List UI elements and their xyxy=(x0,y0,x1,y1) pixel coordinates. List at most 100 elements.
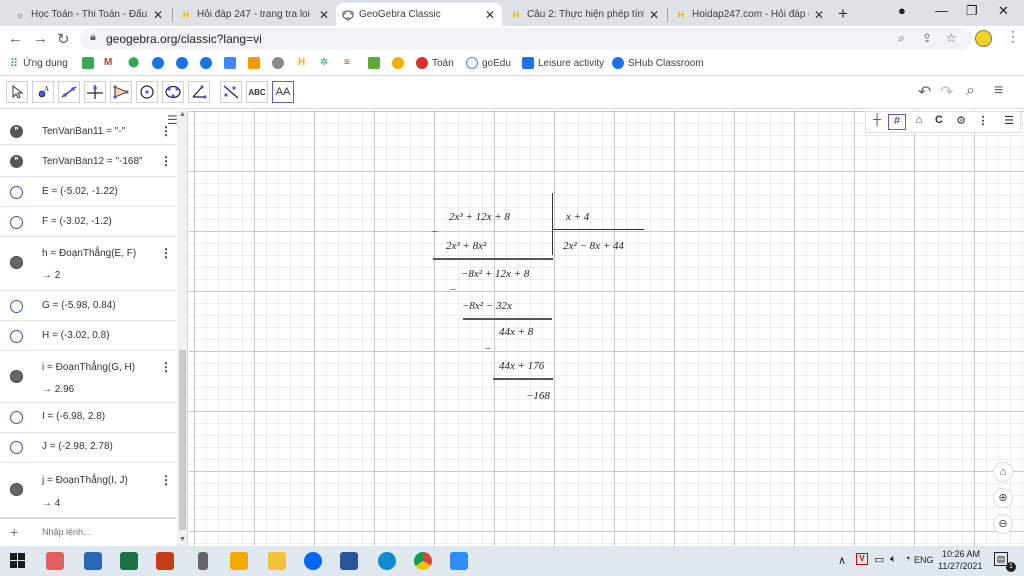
bookmark-icon-10[interactable] xyxy=(368,57,384,69)
edge-icon[interactable] xyxy=(378,552,396,570)
file-explorer-icon[interactable] xyxy=(268,552,286,570)
undo-icon[interactable]: ↶ xyxy=(918,82,931,102)
reload-icon[interactable]: ↻ xyxy=(57,30,70,48)
divisor-text[interactable]: x + 4 xyxy=(566,211,589,223)
visibility-toggle[interactable] xyxy=(10,441,23,454)
subtrahend-1[interactable]: 2x³ + 8x² xyxy=(446,240,486,252)
algebra-row[interactable]: h = ĐoạnThẳng(E, F) → 2 ⋮ xyxy=(0,237,176,291)
app-icon-1[interactable] xyxy=(46,552,64,570)
remainder-2[interactable]: 44x + 8 xyxy=(499,326,533,338)
zoom-out-button[interactable]: ⊖ xyxy=(993,514,1013,534)
scroll-down-icon[interactable]: ▼ xyxy=(179,536,186,543)
tab-search-icon[interactable]: ● xyxy=(898,3,906,18)
dividend-text[interactable]: 2x³ + 12x + 8 xyxy=(449,211,510,223)
battery-icon[interactable]: ▭ xyxy=(874,553,884,566)
share-icon[interactable]: ⇪ xyxy=(922,31,932,45)
algebra-view-toggle-icon[interactable]: ☰ xyxy=(167,113,178,127)
home-icon[interactable]: ⌂ xyxy=(910,114,928,130)
more-options-icon[interactable]: ⋮ xyxy=(160,154,172,168)
algebra-row[interactable]: ❞ TenVanBan11 = "-" ⋮ xyxy=(0,110,176,145)
phone-app-icon[interactable] xyxy=(198,552,208,570)
algebra-row[interactable]: J = (-2.98, 2.78) xyxy=(0,433,176,463)
address-bar[interactable]: 🔒︎ geogebra.org/classic?lang=vi ⌕ ⇪ ☆ xyxy=(80,28,972,50)
more-options-icon[interactable]: ⋮ xyxy=(974,114,992,130)
circle-tool[interactable] xyxy=(136,81,158,103)
point-capture-icon[interactable]: C xyxy=(930,114,948,130)
conic-tool[interactable] xyxy=(162,81,184,103)
divisor-underline[interactable] xyxy=(552,229,644,230)
bookmark-icon-8[interactable]: ✲ xyxy=(320,57,328,68)
visibility-toggle[interactable] xyxy=(10,186,23,199)
forward-icon[interactable]: → xyxy=(33,30,48,47)
add-icon[interactable]: + xyxy=(10,524,18,540)
bookmark-icon-4[interactable] xyxy=(200,57,216,69)
close-icon[interactable]: ✕ xyxy=(152,8,164,22)
redo-icon[interactable]: ↷ xyxy=(940,82,953,102)
line-tool[interactable] xyxy=(58,81,80,103)
tab-geogebra[interactable]: GeoGebra Classic ✕ xyxy=(336,3,502,26)
bookmark-icon-11[interactable] xyxy=(392,57,408,69)
more-options-icon[interactable]: ⋮ xyxy=(160,360,172,374)
pointer-tool[interactable] xyxy=(6,81,28,103)
bookmark-leisure[interactable]: Leisure activity xyxy=(522,57,604,69)
visibility-toggle[interactable] xyxy=(10,330,23,343)
zalo-icon[interactable] xyxy=(304,552,322,570)
segment-j[interactable] xyxy=(493,378,553,380)
bookmark-star-icon[interactable]: ☆ xyxy=(946,31,957,45)
h-logo-icon[interactable]: H xyxy=(298,57,305,68)
close-icon[interactable]: ✕ xyxy=(484,8,496,22)
scrollbar-thumb[interactable] xyxy=(179,350,186,530)
scroll-up-icon[interactable]: ▲ xyxy=(179,111,186,118)
edu-app-icon[interactable] xyxy=(84,552,102,570)
tab-hoc-toan[interactable]: ☼ Học Toán - Thi Toán - Đấu trư ✕ xyxy=(8,3,170,26)
algebra-row[interactable]: I = (-6.98, 2.8) xyxy=(0,403,176,433)
minimize-icon[interactable]: — xyxy=(935,3,948,18)
algebra-scrollbar[interactable]: ▲ ▼ xyxy=(177,110,187,546)
vietkey-icon[interactable]: V xyxy=(856,553,868,565)
visibility-toggle[interactable] xyxy=(10,411,23,424)
text-tool[interactable]: ABC xyxy=(246,81,268,103)
minus-sign-2[interactable]: − xyxy=(449,284,456,296)
text-object-icon[interactable]: ❞ xyxy=(10,155,23,168)
bookmark-icon-5[interactable] xyxy=(224,57,240,69)
wifi-icon[interactable]: ◔ xyxy=(904,553,911,565)
app-icon-2[interactable] xyxy=(230,552,248,570)
zoom-in-button[interactable]: ⊕ xyxy=(993,488,1013,508)
chevron-up-icon[interactable]: ∧ xyxy=(838,554,846,567)
bookmark-apps[interactable]: ⠿ Ứng dụng xyxy=(10,57,68,70)
bookmark-icon-3[interactable] xyxy=(176,57,192,69)
polygon-tool[interactable] xyxy=(110,81,132,103)
quotient-text[interactable]: 2x² − 8x + 44 xyxy=(563,240,624,252)
clock-time[interactable]: 10:26 AM xyxy=(942,549,980,559)
visibility-toggle[interactable] xyxy=(10,483,23,496)
close-window-icon[interactable]: ✕ xyxy=(998,3,1009,19)
clock-date[interactable]: 11/27/2021 xyxy=(938,561,982,571)
bookmark-icon-1[interactable] xyxy=(82,57,98,69)
font-size-tool[interactable]: AA xyxy=(272,81,294,103)
axes-toggle-icon[interactable]: ┼ xyxy=(868,114,886,130)
final-remainder[interactable]: −168 xyxy=(526,390,550,402)
algebra-row[interactable]: ❞ TenVanBan12 = "-168" ⋮ xyxy=(0,145,176,177)
new-tab-button[interactable]: + xyxy=(838,4,848,24)
more-options-icon[interactable]: ⋮ xyxy=(160,246,172,260)
visibility-toggle[interactable] xyxy=(10,300,23,313)
bookmark-goedu[interactable]: goEdu xyxy=(466,57,511,69)
powerpoint-icon[interactable] xyxy=(156,552,174,570)
minus-sign-3[interactable]: − xyxy=(484,343,491,355)
remainder-1[interactable]: −8x² + 12x + 8 xyxy=(461,268,529,280)
zoom-app-icon[interactable] xyxy=(450,552,468,570)
volume-icon[interactable]: 🔈︎ xyxy=(890,553,897,566)
back-icon[interactable]: ← xyxy=(8,30,23,47)
text-object-icon[interactable]: ❞ xyxy=(10,125,23,138)
algebra-row[interactable]: F = (-3.02, -1.2) xyxy=(0,207,176,237)
zoom-icon[interactable]: ⌕ xyxy=(898,31,905,46)
close-icon[interactable]: ✕ xyxy=(648,8,660,22)
algebra-row[interactable]: j = ĐoạnThẳng(I, J) → 4 ⋮ xyxy=(0,463,176,518)
tab-hoidap-247[interactable]: H Hỏi đáp 247 - trang tra loi ✕ xyxy=(174,3,336,26)
more-options-icon[interactable]: ⋮ xyxy=(160,473,172,487)
angle-tool[interactable] xyxy=(188,81,210,103)
segment-i[interactable] xyxy=(463,318,552,320)
close-icon[interactable]: ✕ xyxy=(813,8,825,22)
graphics-style-toggle-icon[interactable]: ☰ xyxy=(1000,114,1018,130)
bookmark-icon-2[interactable] xyxy=(152,57,168,69)
